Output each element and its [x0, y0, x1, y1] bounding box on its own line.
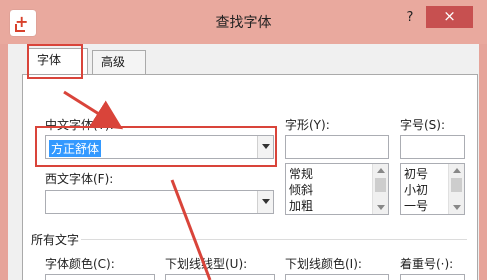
emphasis-mark-label: 着重号(·):	[400, 257, 454, 271]
style-list[interactable]: 常规 倾斜 加粗	[285, 163, 389, 215]
style-label: 字形(Y):	[285, 118, 330, 132]
close-button[interactable]: ×	[426, 6, 473, 28]
scroll-thumb[interactable]	[451, 178, 462, 192]
underline-style-combobox[interactable]	[165, 274, 275, 280]
scroll-down-icon[interactable]	[453, 205, 461, 210]
title-bar: + 查找字体 ? ×	[0, 0, 487, 44]
underline-color-combobox[interactable]	[285, 274, 389, 280]
scroll-up-icon[interactable]	[377, 168, 385, 173]
emphasis-mark-combobox[interactable]	[400, 274, 465, 280]
style-option-regular[interactable]: 常规	[289, 165, 313, 182]
western-font-dropdown-button[interactable]	[257, 191, 273, 213]
help-button[interactable]: ?	[400, 9, 420, 27]
size-label: 字号(S):	[400, 118, 446, 132]
font-tab-panel: 中文字体(T): 方正舒体 西文字体(F): 字形(Y): 常规 倾斜 加粗 字…	[22, 74, 478, 280]
all-text-section-label: 所有文字	[31, 233, 80, 247]
scroll-up-icon[interactable]	[453, 168, 461, 173]
scroll-down-icon[interactable]	[377, 205, 385, 210]
size-list-scrollbar[interactable]	[448, 164, 464, 214]
style-input[interactable]	[285, 135, 389, 159]
find-font-dialog: + 查找字体 ? × 字体(N) 高级(V) 中文字体(T): 方正舒体 西文字…	[0, 0, 487, 280]
highlight-chinese-font-box	[35, 126, 277, 167]
highlight-font-tab-box	[27, 44, 83, 79]
size-option-yihao[interactable]: 一号	[404, 197, 428, 214]
scroll-thumb[interactable]	[375, 178, 386, 192]
underline-color-label: 下划线颜色(I):	[285, 257, 362, 271]
style-list-scrollbar[interactable]	[372, 164, 388, 214]
style-option-italic[interactable]: 倾斜	[289, 181, 313, 198]
style-option-bold[interactable]: 加粗	[289, 197, 313, 214]
font-color-combobox[interactable]	[45, 274, 155, 280]
western-font-label: 西文字体(F):	[45, 172, 114, 186]
tab-advanced[interactable]: 高级(V)	[92, 50, 146, 91]
size-option-chuhao[interactable]: 初号	[404, 165, 428, 182]
size-list[interactable]: 初号 小初 一号	[400, 163, 465, 215]
western-font-combobox[interactable]	[45, 190, 274, 214]
section-divider	[81, 239, 467, 240]
size-input[interactable]	[400, 135, 465, 159]
font-color-label: 字体颜色(C):	[45, 257, 115, 271]
underline-style-label: 下划线线型(U):	[165, 257, 248, 271]
size-option-xiaochu[interactable]: 小初	[404, 181, 428, 198]
